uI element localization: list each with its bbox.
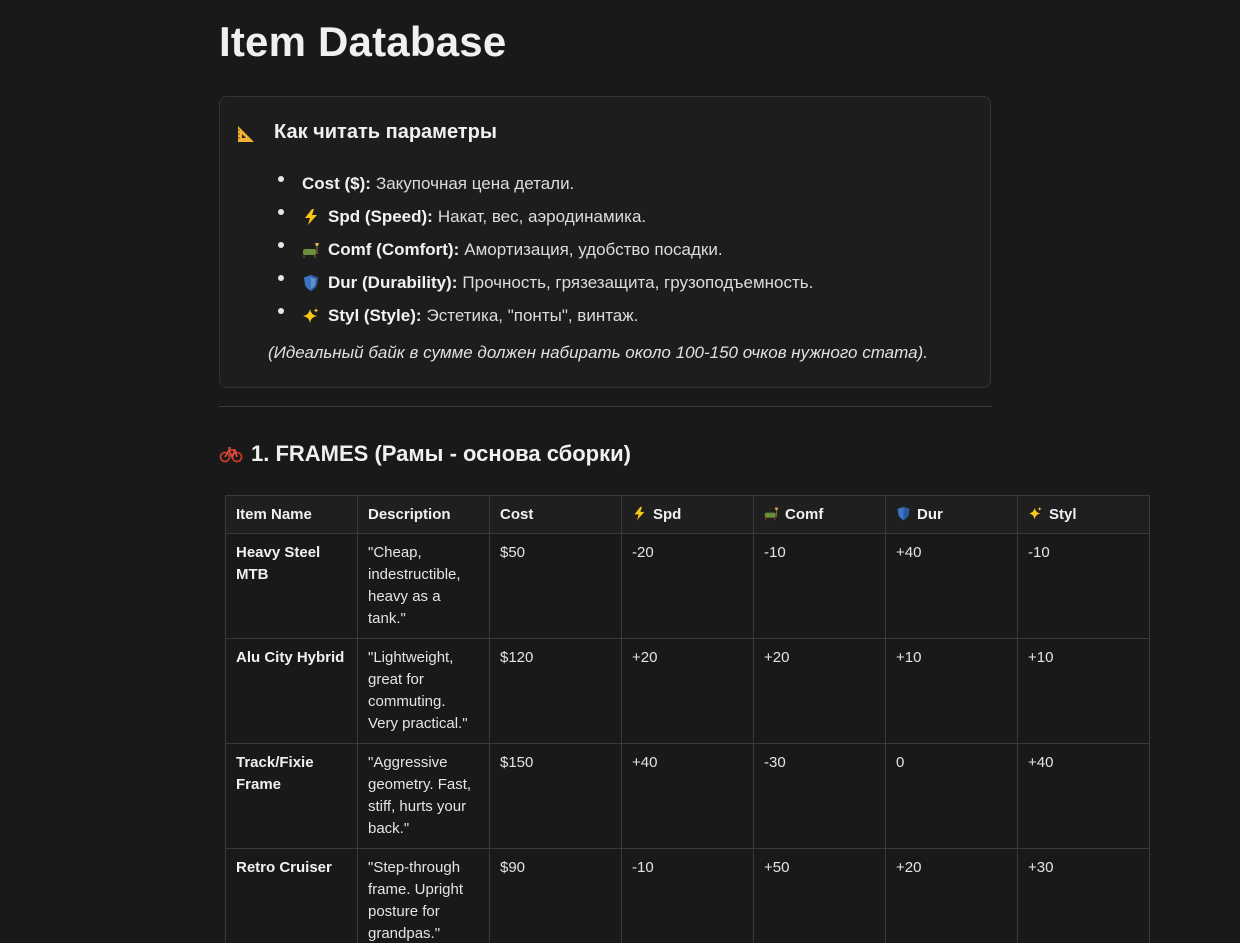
table-row: Alu City Hybrid "Lightweight, great for … (225, 638, 1150, 744)
bicycle-icon (219, 447, 243, 463)
lightning-icon (305, 208, 317, 225)
cell-spd[interactable]: +20 (621, 638, 754, 744)
callout-header: Как читать параметры (236, 121, 497, 144)
cell-description[interactable]: "Lightweight, great for commuting. Very … (357, 638, 490, 744)
callout-box: Как читать параметры Cost ($): Закупочна… (219, 96, 991, 388)
cell-spd[interactable]: -20 (621, 533, 754, 639)
cell-styl[interactable]: -10 (1017, 533, 1150, 639)
cell-item-name[interactable]: Heavy Steel MTB (225, 533, 358, 639)
cell-description[interactable]: "Aggressive geometry. Fast, stiff, hurts… (357, 743, 490, 849)
shield-icon (897, 506, 910, 520)
cell-styl[interactable]: +10 (1017, 638, 1150, 744)
frames-table: Item Name Description Cost Spd Comf Dur … (225, 495, 1150, 943)
sparkles-icon (303, 307, 319, 323)
cell-spd[interactable]: +40 (621, 743, 754, 849)
column-header-comf[interactable]: Comf (753, 495, 886, 534)
list-item: Styl (Style): Эстетика, "понты", винтаж. (278, 299, 813, 332)
frames-table-wrapper: Item Name Description Cost Spd Comf Dur … (225, 495, 1150, 943)
stat-legend-list: Cost ($): Закупочная цена детали. Spd (S… (278, 167, 813, 332)
page-title: Item Database (219, 18, 507, 65)
stat-desc-style: Эстетика, "понты", винтаж. (426, 305, 639, 325)
section-title: 1. FRAMES (Рамы - основа сборки) (251, 441, 631, 466)
cell-cost[interactable]: $50 (489, 533, 622, 639)
page: Item Database Как читать параметры Cost … (0, 0, 1240, 943)
stat-label-speed: Spd (Speed): (328, 206, 433, 226)
shield-icon (304, 274, 318, 291)
cell-description[interactable]: "Step-through frame. Upright posture for… (357, 848, 490, 943)
column-header-item-name[interactable]: Item Name (225, 495, 358, 534)
cell-comf[interactable]: +20 (753, 638, 886, 744)
table-row: Track/Fixie Frame "Aggressive geometry. … (225, 743, 1150, 849)
cell-description[interactable]: "Cheap, indestructible, heavy as a tank.… (357, 533, 490, 639)
cell-styl[interactable]: +30 (1017, 848, 1150, 943)
stat-label-style: Styl (Style): (328, 305, 422, 325)
sparkles-icon (1028, 506, 1042, 519)
list-item: Comf (Comfort): Амортизация, удобство по… (278, 233, 813, 266)
lightning-icon (634, 506, 645, 520)
stat-desc-comfort: Амортизация, удобство посадки. (464, 239, 723, 259)
cell-dur[interactable]: +40 (885, 533, 1018, 639)
stat-label-durability: Dur (Durability): (328, 272, 458, 292)
stat-desc-durability: Прочность, грязезащита, грузоподъемность… (462, 272, 814, 292)
cell-comf[interactable]: -30 (753, 743, 886, 849)
cell-item-name[interactable]: Retro Cruiser (225, 848, 358, 943)
callout-title: Как читать параметры (274, 121, 497, 143)
divider (219, 406, 992, 407)
table-row: Retro Cruiser "Step-through frame. Uprig… (225, 848, 1150, 943)
cell-spd[interactable]: -10 (621, 848, 754, 943)
cell-cost[interactable]: $120 (489, 638, 622, 744)
stat-label-cost: Cost ($): (302, 173, 371, 193)
cell-dur[interactable]: 0 (885, 743, 1018, 849)
table-row: Heavy Steel MTB "Cheap, indestructible, … (225, 533, 1150, 639)
stat-desc-cost: Закупочная цена детали. (375, 173, 575, 193)
list-item: Spd (Speed): Накат, вес, аэродинамика. (278, 200, 813, 233)
cell-item-name[interactable]: Track/Fixie Frame (225, 743, 358, 849)
column-header-cost[interactable]: Cost (489, 495, 622, 534)
callout-note: (Идеальный байк в сумме должен набирать … (268, 343, 928, 362)
couch-lamp-icon (764, 507, 779, 520)
stat-label-comfort: Comf (Comfort): (328, 239, 460, 259)
section-header: 1. FRAMES (Рамы - основа сборки) (219, 441, 631, 467)
column-header-styl[interactable]: Styl (1017, 495, 1150, 534)
column-header-description[interactable]: Description (357, 495, 490, 534)
cell-cost[interactable]: $90 (489, 848, 622, 943)
triangular-ruler-icon (238, 125, 254, 142)
list-item: Cost ($): Закупочная цена детали. (278, 167, 813, 200)
cell-dur[interactable]: +20 (885, 848, 1018, 943)
cell-dur[interactable]: +10 (885, 638, 1018, 744)
cell-styl[interactable]: +40 (1017, 743, 1150, 849)
couch-lamp-icon (303, 242, 319, 258)
table-header-row: Item Name Description Cost Spd Comf Dur … (225, 495, 1150, 534)
cell-comf[interactable]: -10 (753, 533, 886, 639)
stat-desc-speed: Накат, вес, аэродинамика. (437, 206, 647, 226)
cell-item-name[interactable]: Alu City Hybrid (225, 638, 358, 744)
cell-comf[interactable]: +50 (753, 848, 886, 943)
cell-cost[interactable]: $150 (489, 743, 622, 849)
column-header-spd[interactable]: Spd (621, 495, 754, 534)
list-item: Dur (Durability): Прочность, грязезащита… (278, 266, 813, 299)
column-header-dur[interactable]: Dur (885, 495, 1018, 534)
